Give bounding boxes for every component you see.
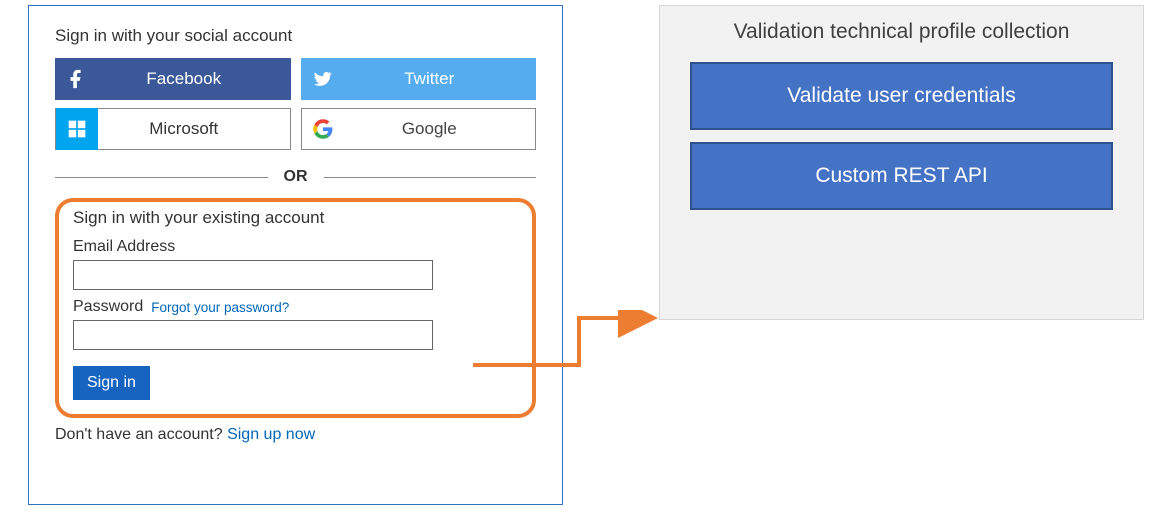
social-button-grid: Facebook Twitter Microsoft Google bbox=[55, 58, 536, 150]
local-signin-form: Sign in with your existing account Email… bbox=[55, 198, 536, 418]
signup-prompt: Don't have an account? bbox=[55, 426, 223, 443]
password-label-row: Password Forgot your password? bbox=[73, 298, 518, 316]
signup-link[interactable]: Sign up now bbox=[227, 426, 315, 443]
facebook-button[interactable]: Facebook bbox=[55, 58, 291, 100]
google-label: Google bbox=[344, 119, 536, 139]
signin-panel: Sign in with your social account Faceboo… bbox=[28, 5, 563, 505]
validation-panel: Validation technical profile collection … bbox=[659, 5, 1144, 320]
facebook-icon bbox=[55, 58, 97, 100]
forgot-password-link[interactable]: Forgot your password? bbox=[151, 300, 289, 315]
facebook-label: Facebook bbox=[97, 69, 291, 89]
google-button[interactable]: Google bbox=[301, 108, 537, 150]
signup-row: Don't have an account? Sign up now bbox=[55, 426, 536, 444]
microsoft-label: Microsoft bbox=[98, 119, 290, 139]
local-signin-heading: Sign in with your existing account bbox=[73, 208, 518, 228]
divider-line-right bbox=[324, 177, 537, 178]
microsoft-button[interactable]: Microsoft bbox=[55, 108, 291, 150]
or-label: OR bbox=[268, 168, 324, 186]
password-field[interactable] bbox=[73, 320, 433, 350]
social-heading: Sign in with your social account bbox=[55, 26, 536, 46]
or-divider: OR bbox=[55, 168, 536, 186]
validation-title: Validation technical profile collection bbox=[682, 20, 1121, 44]
email-field[interactable] bbox=[73, 260, 433, 290]
email-label: Email Address bbox=[73, 238, 518, 256]
password-label-text: Password bbox=[73, 298, 143, 316]
google-icon bbox=[302, 108, 344, 150]
validation-item: Custom REST API bbox=[690, 142, 1113, 210]
signin-button[interactable]: Sign in bbox=[73, 366, 150, 400]
divider-line-left bbox=[55, 177, 268, 178]
twitter-label: Twitter bbox=[343, 69, 537, 89]
microsoft-icon bbox=[56, 108, 98, 150]
twitter-icon bbox=[301, 58, 343, 100]
twitter-button[interactable]: Twitter bbox=[301, 58, 537, 100]
validation-item: Validate user credentials bbox=[690, 62, 1113, 130]
email-label-text: Email Address bbox=[73, 238, 175, 256]
